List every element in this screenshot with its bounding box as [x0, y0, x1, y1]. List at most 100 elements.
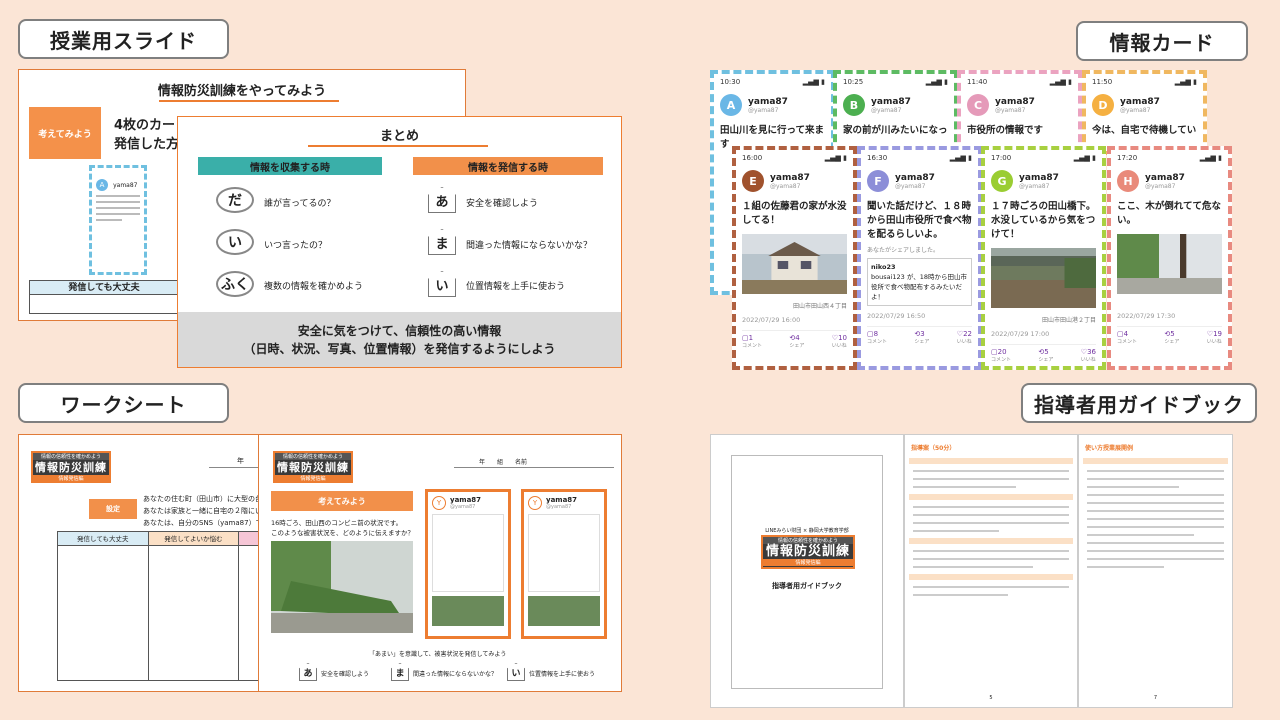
name-line [454, 467, 614, 468]
signal-icon: ▂▄▆ ▮ [802, 78, 825, 86]
send-item: 間違った情報にならないかな？ [466, 241, 593, 251]
thumbnail-photo [528, 596, 600, 626]
tag-ma: ま [391, 663, 409, 681]
signal-icon: ▂▄▆ ▮ [1174, 78, 1197, 86]
card-time: 10:25 [843, 78, 864, 86]
slide-summary: まとめ 情報を収集する時 情報を発信する時 だ 誰が言ってるの？ い いつ言った… [177, 116, 622, 368]
sorting-table: 発信しても大丈夫 発信してよいか悩む [57, 531, 267, 681]
send-header: 情報を発信する時 [413, 157, 603, 175]
think-box: 考えてみよう [271, 491, 413, 511]
guidebook-label: 指導者用ガイドブック [1021, 383, 1257, 423]
like-count: ♡22 いいね [956, 330, 972, 345]
signal-icon: ▂▄▆ ▮ [925, 78, 948, 86]
card-time: 11:40 [967, 78, 988, 86]
kana-fuku: ふく [216, 271, 254, 297]
info-card-c: 11:40 ▂▄▆ ▮ C yama87 @yama87 市役所の情報です [957, 70, 1082, 155]
slides-label: 授業用スライド [18, 19, 229, 59]
judgement-table: 発信しても大丈夫 [29, 280, 179, 314]
card-date: 2022/07/29 17:00 [991, 330, 1050, 338]
card-handle: @yama87 [895, 182, 926, 190]
guidebook-cover: LINEみらい財団 × 静岡大学教育学部 情報の信頼性を確かめよう 情報防災訓練… [710, 434, 904, 708]
card-username: yama87 [995, 96, 1035, 107]
flooded-bridge-photo [991, 248, 1096, 308]
guidebook-title: 指導者用ガイドブック [772, 582, 842, 590]
card-username: yama87 [770, 172, 810, 183]
mini-username: yama87 [113, 182, 138, 189]
card-stats: ▢1 コメント ⟲4 シェア ♡10 いいね [742, 330, 847, 349]
cover-frame [731, 455, 883, 689]
cards-label: 情報カード [1076, 21, 1248, 61]
prompt-line: このような被害状況を、どのように伝えますか？ [271, 529, 414, 537]
worksheet-page1: 情報の信頼性を確かめよう 情報防災訓練 情報発信編 年 設定 あなたの住む町（田… [18, 434, 298, 692]
card-date: 2022/07/29 16:50 [867, 312, 926, 320]
logo-tag: 情報発信編 [33, 475, 109, 482]
card-message: ここ、木が倒れてて危ない。 [1117, 201, 1222, 226]
card-handle: @yama87 [995, 106, 1026, 114]
card-time: 10:30 [720, 78, 741, 86]
blank-message-area [432, 514, 504, 592]
avatar: F [867, 170, 889, 192]
avatar: E [742, 170, 764, 192]
slide1-text-line2: 発信した方 [114, 137, 180, 152]
comment-count: ▢20 コメント [991, 348, 1012, 363]
card-message: 今は、自宅で待機してい [1092, 125, 1197, 136]
tag-a: あ [299, 663, 317, 681]
card-date: 2022/07/29 17:30 [1117, 312, 1176, 320]
send-item: 位置情報を上手に使おう [466, 282, 566, 292]
card-time: 11:50 [1092, 78, 1113, 86]
collect-item: 複数の情報を確かめよう [264, 282, 364, 292]
mini-info-card: A yama87 [89, 165, 147, 275]
logo-title: 情報防災訓練 [277, 461, 349, 474]
shared-username: niko23 [871, 263, 896, 271]
tag-text: 間違った情報にならないかな？ [413, 671, 498, 678]
share-count: ⟲3 シェア [914, 330, 930, 345]
worksheet-page2: 情報の信頼性を確かめよう 情報防災訓練 情報発信編 年 組 名前 考えてみよう … [258, 434, 622, 692]
footer-line1: 安全に気をつけて、信頼性の高い情報 [297, 324, 502, 338]
signal-icon: ▂▄▆ ▮ [1049, 78, 1072, 86]
think-box: 考えてみよう [29, 107, 101, 159]
card-handle: @yama87 [1019, 182, 1050, 190]
avatar: C [967, 94, 989, 116]
comment-count: ▢8 コメント [867, 330, 888, 345]
tag-text: 安全を確認しよう [321, 671, 370, 678]
signal-icon: ▂▄▆ ▮ [1073, 154, 1096, 162]
collect-item: 誰が言ってるの？ [264, 199, 336, 209]
slide1-underline [159, 100, 339, 102]
guidebook-page5: 指導案（50分） 5 [904, 434, 1078, 708]
kana-i: い [216, 229, 254, 255]
tag-ma: ま [428, 229, 456, 255]
setting-badge: 設定 [89, 499, 137, 519]
share-count: ⟲5 シェア [1038, 348, 1054, 363]
card-stats: ▢8 コメント ⟲3 シェア ♡22 いいね [867, 326, 972, 345]
avatar: A [720, 94, 742, 116]
info-card-h: 17:20 ▂▄▆ ▮ H yama87 @yama87 ここ、木が倒れてて危ない。… [1107, 146, 1232, 370]
like-count: ♡10 いいね [831, 334, 847, 349]
card-username: yama87 [450, 496, 482, 504]
card-handle: @yama87 [1145, 182, 1176, 190]
page-heading: 使い方授業展開例 [1085, 445, 1134, 452]
tag-text: 位置情報を上手に使おう [529, 671, 596, 678]
logo-title: 情報防災訓練 [765, 544, 850, 559]
info-card-g: 17:00 ▂▄▆ ▮ G yama87 @yama87 １７時ごろの田山橋下。水没… [981, 146, 1106, 370]
card-date: 2022/07/29 16:00 [742, 316, 801, 324]
card-location: 田山市田山西４丁目 [792, 303, 847, 310]
card-username: yama87 [1120, 96, 1160, 107]
thumbnail-photo [432, 596, 504, 626]
publisher: LINEみらい財団 × 静岡大学教育学部 [765, 528, 849, 534]
card-message: 聞いた話だけど、１８時から田山市役所で食べ物を配るらしいよ。 [867, 201, 972, 240]
card-handle: @yama87 [748, 106, 779, 114]
fallen-tree-photo [271, 541, 413, 633]
avatar: H [1117, 170, 1139, 192]
slide2-underline [308, 145, 488, 147]
summary-footer: 安全に気をつけて、信頼性の高い情報 （日時、状況、写真、位置情報）を発信するよう… [178, 312, 621, 367]
footer-line2: （日時、状況、写真、位置情報）を発信するようにしよう [243, 342, 556, 356]
slide2-title: まとめ [379, 129, 419, 144]
blank-message-area [528, 514, 600, 592]
shared-text: bousai123 が、18時から田山市役所で食べ物配布するみたいだよ！ [871, 273, 968, 301]
page-number: 7 [1153, 695, 1158, 701]
card-stats: ▢20 コメント ⟲5 シェア ♡36 いいね [991, 344, 1096, 363]
worksheet-label: ワークシート [18, 383, 229, 423]
avatar: B [843, 94, 865, 116]
signal-icon: ▂▄▆ ▮ [949, 154, 972, 162]
logo-tag: 情報発信編 [763, 559, 853, 566]
